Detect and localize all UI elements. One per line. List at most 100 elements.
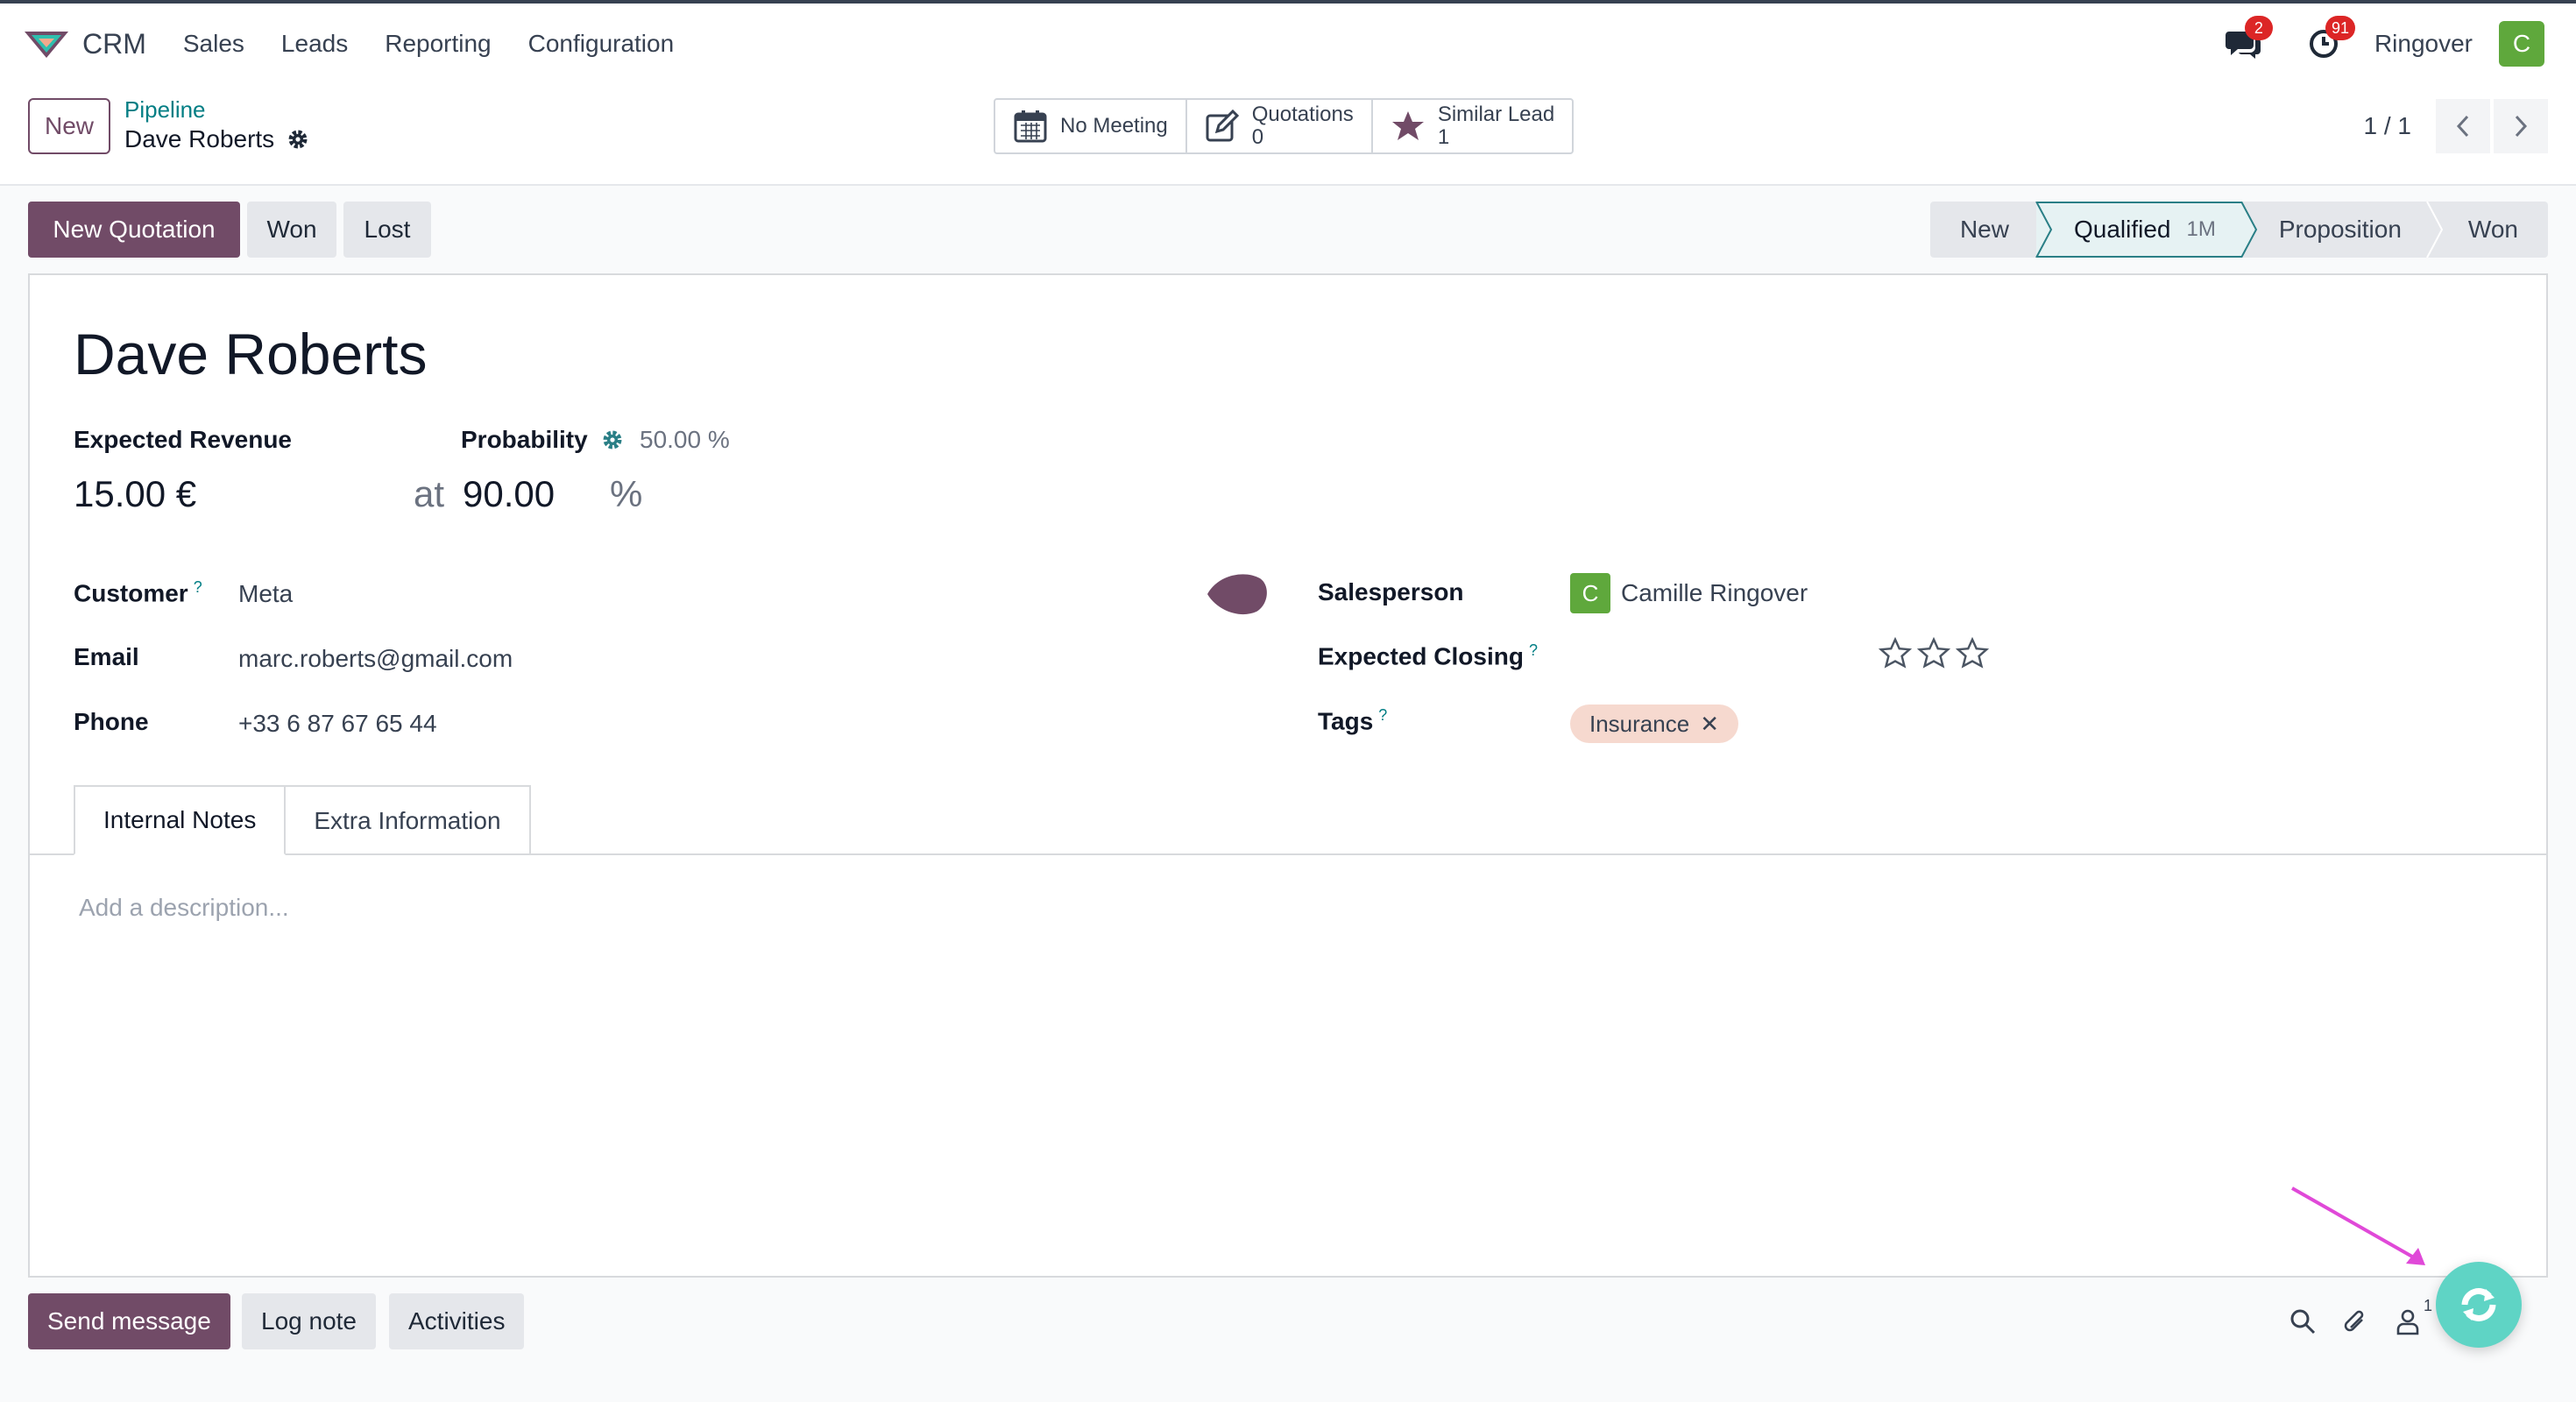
create-new-button[interactable]: New bbox=[28, 98, 110, 154]
menu-leads[interactable]: Leads bbox=[281, 30, 348, 58]
expected-closing-label: Expected Closing? bbox=[1318, 641, 1538, 670]
mark-won-button[interactable]: Won bbox=[247, 202, 336, 258]
chevron-right-icon bbox=[2515, 115, 2528, 138]
salesperson-avatar: C bbox=[1570, 573, 1610, 613]
pager-next-button[interactable] bbox=[2494, 99, 2548, 153]
similar-lead-label: Similar Lead bbox=[1437, 103, 1555, 126]
mark-lost-button[interactable]: Lost bbox=[343, 202, 431, 258]
followers-count: 1 bbox=[2423, 1297, 2432, 1314]
attachments-button[interactable] bbox=[2336, 1302, 2374, 1341]
stage-proposition[interactable]: Proposition bbox=[2241, 202, 2444, 258]
quotations-label: Quotations bbox=[1251, 103, 1354, 126]
crm-logo-icon bbox=[25, 32, 68, 58]
expected-revenue-field[interactable]: 15.00 € bbox=[74, 473, 196, 515]
probability-automated-value: 50.00 % bbox=[640, 426, 730, 453]
followers-button[interactable]: 1 bbox=[2388, 1297, 2432, 1341]
salesperson-label: Salesperson bbox=[1318, 578, 1464, 605]
form-sheet: Dave Roberts Expected Revenue Probabilit… bbox=[28, 273, 2548, 1278]
search-icon bbox=[2290, 1309, 2316, 1335]
priority-widget bbox=[1879, 636, 1994, 669]
expected-closing-label-text: Expected Closing bbox=[1318, 642, 1524, 670]
customer-label: Customer? bbox=[74, 578, 202, 607]
close-icon[interactable]: ✕ bbox=[1700, 711, 1719, 738]
new-quotation-button[interactable]: New Quotation bbox=[28, 202, 240, 258]
control-panel: New Pipeline Dave Roberts No Meeting Quo… bbox=[0, 84, 2576, 186]
stage-separator bbox=[2240, 202, 2257, 258]
stage-separator bbox=[2426, 202, 2444, 258]
customer-field[interactable]: Meta bbox=[238, 580, 293, 608]
user-avatar[interactable]: C bbox=[2499, 21, 2544, 67]
paperclip-icon bbox=[2344, 1310, 2364, 1332]
salesperson-name: Camille Ringover bbox=[1621, 579, 1808, 606]
stage-proposition-label: Proposition bbox=[2278, 216, 2402, 243]
activities-button[interactable]: Activities bbox=[389, 1293, 525, 1349]
tags-label: Tags? bbox=[1318, 706, 1387, 735]
quotations-smart-button[interactable]: Quotations 0 bbox=[1187, 100, 1373, 152]
activities-button[interactable]: 91 bbox=[2303, 16, 2355, 65]
calendar-icon bbox=[1014, 110, 1047, 143]
stage-qualified[interactable]: Qualified 1M bbox=[2036, 202, 2257, 258]
breadcrumb: Pipeline Dave Roberts bbox=[124, 96, 309, 153]
phone-label: Phone bbox=[74, 708, 149, 735]
breadcrumb-current: Dave Roberts bbox=[124, 125, 309, 153]
probability-field[interactable]: 90.00 bbox=[463, 473, 555, 515]
lead-name-field[interactable]: Dave Roberts bbox=[74, 321, 428, 387]
tabs-divider bbox=[30, 853, 2546, 855]
stage-won[interactable]: Won bbox=[2427, 202, 2548, 258]
breadcrumb-pipeline-link[interactable]: Pipeline bbox=[124, 96, 309, 124]
stage-qualified-label: Qualified bbox=[2073, 216, 2171, 243]
user-icon bbox=[2396, 1309, 2419, 1335]
star-outline-icon[interactable] bbox=[1917, 636, 1950, 669]
description-editor[interactable]: Add a description... bbox=[79, 894, 289, 922]
star-outline-icon[interactable] bbox=[1879, 636, 1912, 669]
menu-reporting[interactable]: Reporting bbox=[385, 30, 491, 58]
smart-buttons: No Meeting Quotations 0 Similar Lead 1 bbox=[994, 98, 1575, 154]
pager-previous-button[interactable] bbox=[2436, 99, 2490, 153]
app-name: CRM bbox=[82, 27, 146, 60]
app-brand[interactable]: CRM bbox=[23, 26, 146, 61]
salesperson-field[interactable]: C Camille Ringover bbox=[1570, 573, 1808, 613]
pager-value[interactable]: 1 / 1 bbox=[2364, 112, 2411, 140]
annotation-arrow bbox=[2291, 1186, 2425, 1265]
messages-button[interactable]: 2 bbox=[2222, 16, 2273, 65]
probability-label: Probability bbox=[461, 426, 588, 453]
at-label: at bbox=[414, 473, 445, 514]
phone-field[interactable]: +33 6 87 67 65 44 bbox=[238, 710, 437, 738]
email-label: Email bbox=[74, 643, 139, 670]
stage-separator bbox=[2035, 202, 2053, 258]
similar-lead-text: Similar Lead 1 bbox=[1438, 103, 1554, 149]
probability-automated: 50.00 % bbox=[601, 426, 730, 454]
stage-statusbar: New Qualified 1M Proposition Won bbox=[1929, 202, 2548, 258]
activities-badge: 91 bbox=[2325, 16, 2355, 40]
stage-new[interactable]: New bbox=[1929, 202, 2053, 258]
tab-extra-information[interactable]: Extra Information bbox=[286, 785, 531, 855]
purple-leaf-icon bbox=[1207, 574, 1267, 615]
breadcrumb-current-label: Dave Roberts bbox=[124, 125, 275, 152]
star-icon bbox=[1391, 111, 1424, 140]
stage-new-label: New bbox=[1959, 216, 2009, 243]
tab-internal-notes[interactable]: Internal Notes bbox=[74, 785, 287, 855]
menu-configuration[interactable]: Configuration bbox=[528, 30, 675, 58]
chevron-left-icon bbox=[2456, 115, 2469, 138]
meeting-label: No Meeting bbox=[1060, 114, 1168, 138]
gear-icon[interactable] bbox=[601, 428, 624, 451]
ringover-widget-button[interactable] bbox=[2436, 1262, 2522, 1348]
email-field[interactable]: marc.roberts@gmail.com bbox=[238, 645, 513, 673]
gear-icon[interactable] bbox=[287, 128, 309, 151]
log-note-button[interactable]: Log note bbox=[242, 1293, 376, 1349]
menu-sales[interactable]: Sales bbox=[183, 30, 244, 58]
send-message-button[interactable]: Send message bbox=[28, 1293, 230, 1349]
expected-revenue-label: Expected Revenue bbox=[74, 426, 292, 453]
similar-lead-count: 1 bbox=[1437, 125, 1450, 149]
company-switcher[interactable]: Ringover bbox=[2374, 30, 2473, 58]
star-outline-icon[interactable] bbox=[1956, 636, 1989, 669]
stage-duration: 1M bbox=[2186, 217, 2216, 241]
tag-insurance: Insurance ✕ bbox=[1570, 705, 1738, 743]
help-tooltip-icon[interactable]: ? bbox=[194, 578, 202, 596]
search-messages-button[interactable] bbox=[2283, 1302, 2322, 1341]
help-tooltip-icon[interactable]: ? bbox=[1378, 706, 1387, 724]
main-navbar: CRM Sales Leads Reporting Configuration … bbox=[0, 4, 2576, 84]
meeting-smart-button[interactable]: No Meeting bbox=[995, 100, 1187, 152]
help-tooltip-icon[interactable]: ? bbox=[1529, 641, 1538, 659]
similar-lead-smart-button[interactable]: Similar Lead 1 bbox=[1373, 100, 1572, 152]
